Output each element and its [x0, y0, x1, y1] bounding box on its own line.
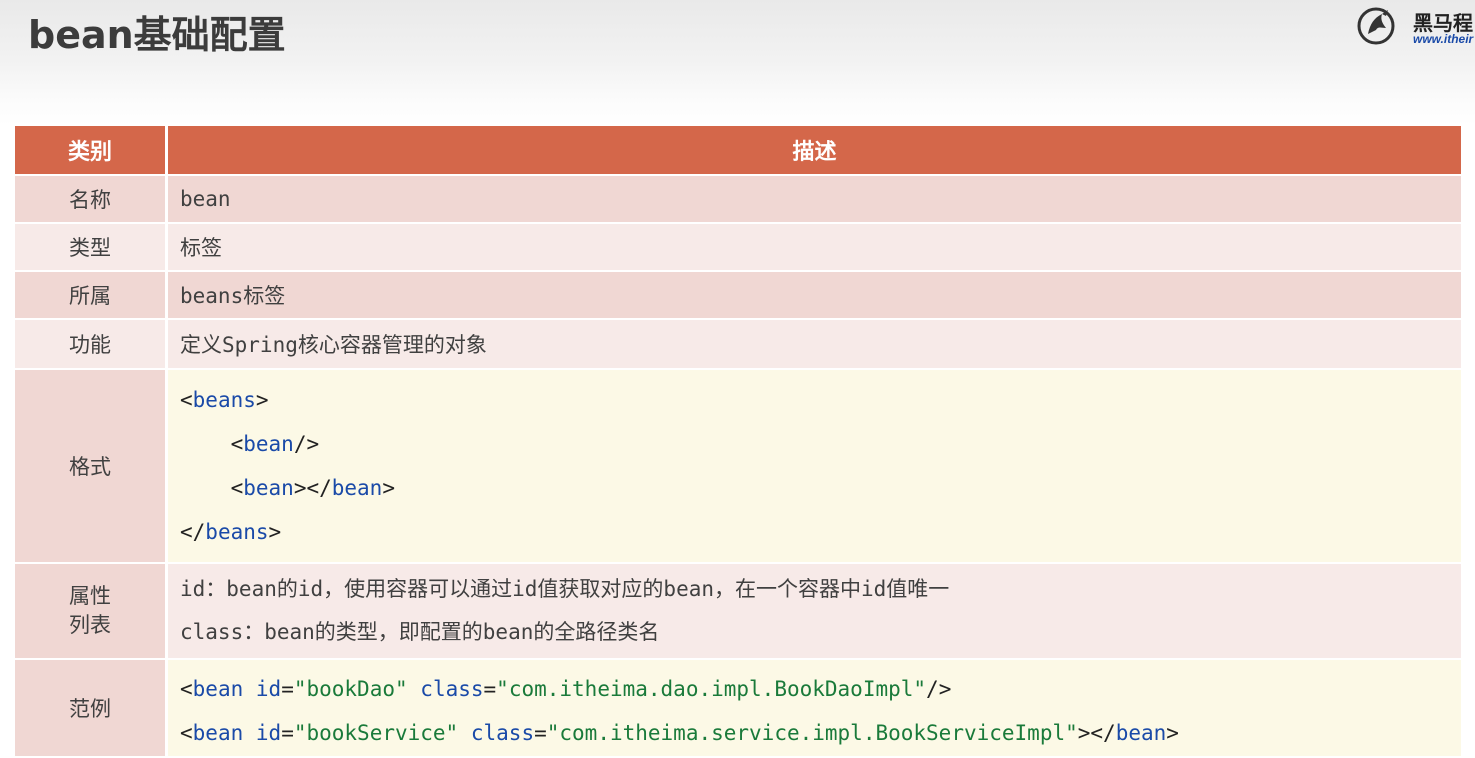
row-category: 格式	[15, 370, 168, 564]
code-line: </beans>	[180, 520, 282, 544]
code-line: <bean id="bookDao" class="com.itheima.da…	[180, 677, 952, 701]
row-category: 所属	[15, 272, 168, 320]
row-category: 范例	[15, 660, 168, 758]
format-code-block: <beans> <bean/> <bean></bean> </beans>	[168, 370, 1461, 564]
logo-url: www.itheir	[1413, 32, 1474, 46]
table-row-example: 范例 <bean id="bookDao" class="com.itheima…	[15, 660, 1461, 758]
table-row: 功能 定义Spring核心容器管理的对象	[15, 320, 1461, 370]
row-value: bean	[168, 176, 1461, 224]
row-category: 类型	[15, 224, 168, 272]
header-description: 描述	[168, 126, 1461, 176]
table-row: 名称 bean	[15, 176, 1461, 224]
table-row: 所属 beans标签	[15, 272, 1461, 320]
row-value: beans标签	[168, 272, 1461, 320]
code-line: <bean></bean>	[230, 476, 395, 500]
example-code-block: <bean id="bookDao" class="com.itheima.da…	[168, 660, 1461, 758]
attribute-id: id：bean的id，使用容器可以通过id值获取对应的bean，在一个容器中id…	[180, 577, 950, 601]
code-line: <bean id="bookService" class="com.itheim…	[180, 721, 1179, 745]
row-category: 属性 列表	[15, 564, 168, 660]
code-line: <bean/>	[230, 432, 320, 456]
code-line: <beans>	[180, 388, 269, 412]
row-value: 定义Spring核心容器管理的对象	[168, 320, 1461, 370]
table-header-row: 类别 描述	[15, 126, 1461, 176]
brand-logo: 黑马程 www.itheir	[1356, 4, 1475, 48]
bean-config-table: 类别 描述 名称 bean 类型 标签 所属 beans标签 功能 定义Spri…	[15, 126, 1461, 758]
row-category: 名称	[15, 176, 168, 224]
table-row: 类型 标签	[15, 224, 1461, 272]
row-category: 功能	[15, 320, 168, 370]
attribute-class: class：bean的类型，即配置的bean的全路径类名	[180, 620, 660, 644]
page-title: bean基础配置	[28, 13, 286, 57]
table-row-format: 格式 <beans> <bean/> <bean></bean> </beans…	[15, 370, 1461, 564]
header-category: 类别	[15, 126, 168, 176]
attributes-list: id：bean的id，使用容器可以通过id值获取对应的bean，在一个容器中id…	[168, 564, 1461, 660]
row-value: 标签	[168, 224, 1461, 272]
table-row-attributes: 属性 列表 id：bean的id，使用容器可以通过id值获取对应的bean，在一…	[15, 564, 1461, 660]
horse-logo-icon	[1357, 7, 1395, 45]
